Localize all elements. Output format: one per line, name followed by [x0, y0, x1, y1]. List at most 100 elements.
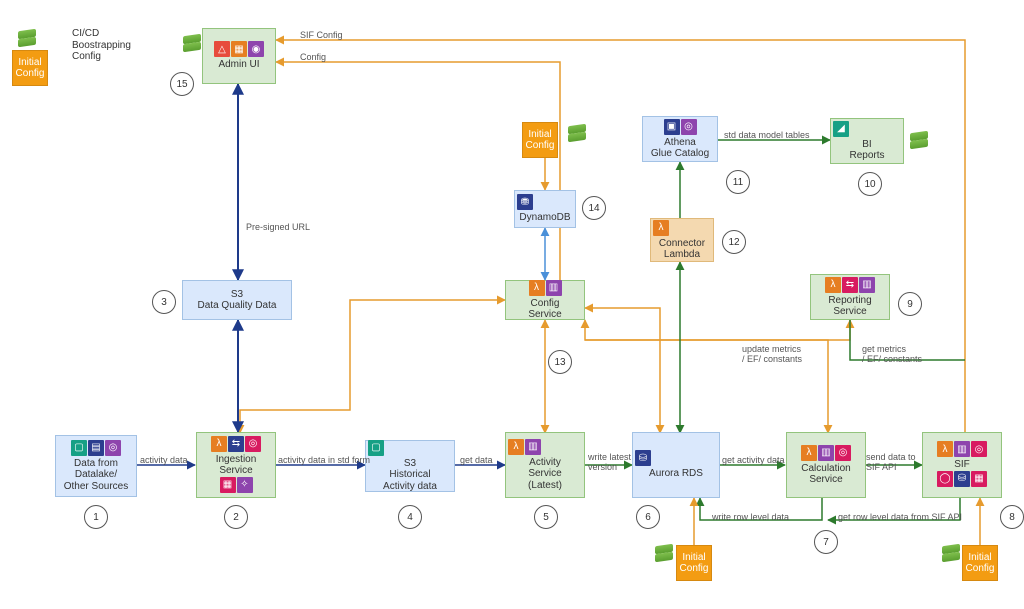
node-s3-historical: ▢ S3 Historical Activity data — [365, 440, 455, 492]
node-label: S3 Data Quality Data — [198, 289, 277, 312]
edge-label: Pre-signed URL — [246, 222, 310, 232]
node-label: Aurora RDS — [649, 468, 703, 480]
icon-row: ⛁ — [635, 450, 651, 466]
box-icon: ▣ — [664, 119, 680, 135]
grid-icon: ▦ — [971, 471, 987, 487]
db-icon: ▤ — [88, 440, 104, 456]
node-label: Config Service — [528, 298, 561, 321]
node-sif: λ ▥ ◎ SIF ◯ ⛁ ▦ — [922, 432, 1002, 498]
aws-stack-icon — [655, 545, 673, 563]
lambda-icon: λ — [529, 280, 545, 296]
layers-icon: ▦ — [231, 41, 247, 57]
edge-label: std data model tables — [724, 130, 810, 140]
node-label: Initial Config — [15, 57, 45, 80]
ring-icon: ◯ — [937, 471, 953, 487]
node-number-7: 7 — [814, 530, 838, 554]
node-number-4: 4 — [398, 505, 422, 529]
node-number-8: 8 — [1000, 505, 1024, 529]
lambda-icon: λ — [653, 220, 669, 236]
icon-row: ◯ ⛁ ▦ — [937, 471, 987, 487]
col-icon: ▥ — [859, 277, 875, 293]
node-initial-config-6: Initial Config — [676, 545, 712, 581]
edge-label: send data to SIF API — [866, 452, 916, 472]
icon-row: λ ▥ ◎ — [801, 445, 851, 461]
db-icon: ⛁ — [954, 471, 970, 487]
node-label: SIF — [954, 459, 970, 471]
node-config-service: λ ▥ Config Service — [505, 280, 585, 320]
col-icon: ▥ — [546, 280, 562, 296]
edge-label: get activity data — [722, 455, 785, 465]
node-number-13: 13 — [548, 350, 572, 374]
node-number-15: 15 — [170, 72, 194, 96]
node-calculation-service: λ ▥ ◎ Calculation Service — [786, 432, 866, 498]
target-icon: ◎ — [835, 445, 851, 461]
node-number-1: 1 — [84, 505, 108, 529]
node-initial-config-top-left: Initial Config — [12, 50, 48, 86]
node-data-sources: ▢ ▤ ◎ Data from Datalake/ Other Sources — [55, 435, 137, 497]
node-label: Athena Glue Catalog — [651, 137, 709, 160]
edge-label: Config — [300, 52, 326, 62]
aws-stack-icon — [568, 125, 586, 143]
icon-row: λ — [653, 220, 669, 236]
lambda-icon: λ — [211, 436, 227, 452]
spark-icon: ✧ — [237, 477, 253, 493]
icon-row: ▢ ▤ ◎ — [71, 440, 121, 456]
aws-stack-icon — [18, 30, 36, 48]
icon-row: λ ⇆ ◎ — [211, 436, 261, 452]
node-label: Connector Lambda — [659, 238, 705, 261]
node-label: BI Reports — [849, 139, 884, 162]
icon-row: △ ▦ ◉ — [214, 41, 264, 57]
grid-icon: ▦ — [220, 477, 236, 493]
icon-row: ◢ — [833, 121, 849, 137]
icon-row: λ ▥ — [508, 439, 541, 455]
chart-icon: ◢ — [833, 121, 849, 137]
node-number-9: 9 — [898, 292, 922, 316]
node-connector-lambda: λ Connector Lambda — [650, 218, 714, 262]
col-icon: ▥ — [525, 439, 541, 455]
flow-icon: ⇆ — [842, 277, 858, 293]
target-icon: ◎ — [245, 436, 261, 452]
edge-label: SIF Config — [300, 30, 343, 40]
node-label: Data from Datalake/ Other Sources — [64, 458, 128, 493]
node-s3-data-quality: S3 Data Quality Data — [182, 280, 292, 320]
node-label: Initial Config — [526, 129, 555, 152]
node-initial-config-8: Initial Config — [962, 545, 998, 581]
edge-label: update metrics / EF/ constants — [742, 344, 802, 364]
database-icon: ⛁ — [635, 450, 651, 466]
flow-icon: ⇆ — [228, 436, 244, 452]
node-number-5: 5 — [534, 505, 558, 529]
dynamodb-icon: ⛃ — [517, 194, 533, 210]
node-label: Activity Service (Latest) — [528, 457, 562, 492]
node-label: Initial Config — [966, 552, 995, 575]
bucket-icon: ▢ — [368, 440, 384, 456]
search-icon: ◎ — [105, 440, 121, 456]
col-icon: ▥ — [954, 441, 970, 457]
node-reporting-service: λ ⇆ ▥ Reporting Service — [810, 274, 890, 320]
globe-icon: ◉ — [248, 41, 264, 57]
node-label: Initial Config — [680, 552, 709, 575]
icon-row: λ ▥ — [529, 280, 562, 296]
node-activity-service: λ ▥ Activity Service (Latest) — [505, 432, 585, 498]
col-icon: ▥ — [818, 445, 834, 461]
edge-label: write latest version — [588, 452, 631, 472]
node-ingestion-service: λ ⇆ ◎ Ingestion Service ▦ ✧ — [196, 432, 276, 498]
node-label: Ingestion Service — [216, 454, 257, 477]
search-icon: ◎ — [681, 119, 697, 135]
icon-row: ⛃ — [517, 194, 533, 210]
node-number-12: 12 — [722, 230, 746, 254]
node-label: DynamoDB — [519, 212, 570, 224]
node-label: Reporting Service — [828, 295, 871, 318]
icon-row: ▢ — [368, 440, 384, 456]
icon-row: λ ▥ ◎ — [937, 441, 987, 457]
node-number-6: 6 — [636, 505, 660, 529]
icon-row: λ ⇆ ▥ — [825, 277, 875, 293]
icon-row: ▣ ◎ — [664, 119, 697, 135]
node-label: Calculation Service — [801, 463, 850, 486]
aws-stack-icon — [183, 35, 201, 53]
lambda-icon: λ — [801, 445, 817, 461]
target-icon: ◎ — [971, 441, 987, 457]
edge-label: activity data in std form — [278, 455, 370, 465]
node-number-10: 10 — [858, 172, 882, 196]
node-label: Admin UI — [218, 59, 259, 71]
bucket-icon: ▢ — [71, 440, 87, 456]
